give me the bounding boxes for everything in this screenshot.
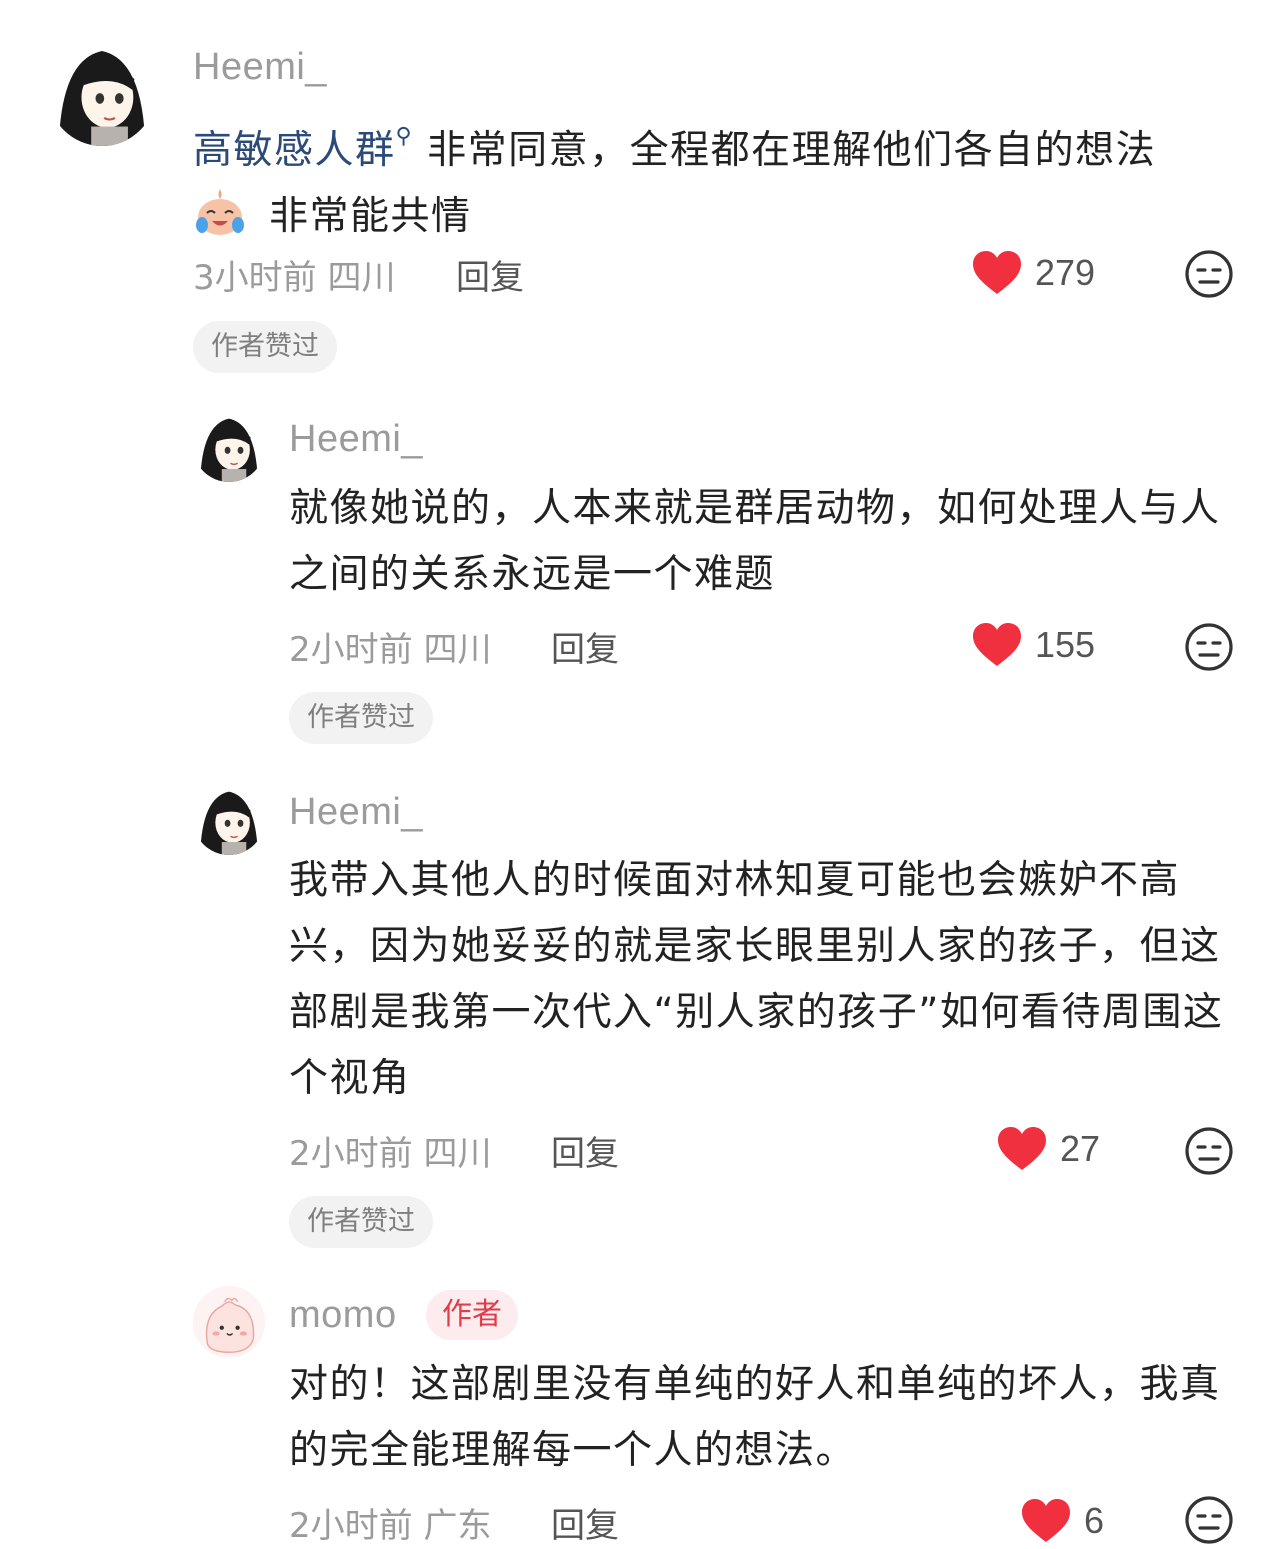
heart-icon	[973, 623, 1021, 666]
comment-location: 四川	[423, 630, 492, 670]
like-button[interactable]: 6	[1020, 1498, 1104, 1544]
avatar[interactable]	[193, 410, 265, 482]
heart-icon	[1022, 1499, 1070, 1542]
anime-girl-avatar-icon	[193, 410, 265, 482]
avatar[interactable]	[48, 38, 156, 146]
comment-location: 广东	[423, 1506, 492, 1546]
avatar[interactable]	[193, 783, 265, 855]
author-badge: 作者	[426, 1290, 518, 1340]
comment-text-line1: 非常同意，全程都在理解他们各自的想法	[427, 128, 1157, 173]
anime-girl-avatar-icon	[193, 783, 265, 855]
reply-button[interactable]: 回复	[551, 1126, 619, 1175]
like-button[interactable]: 27	[996, 1126, 1100, 1172]
dislike-face-icon	[1185, 250, 1233, 298]
like-count: 279	[1035, 252, 1096, 293]
anime-girl-avatar-icon	[48, 38, 156, 146]
comment-meta: 2小时前 四川	[289, 1126, 527, 1175]
topic-link[interactable]: 高敏感人群	[193, 128, 396, 173]
comment-time: 2小时前	[289, 1506, 413, 1546]
comment-text: 我带入其他人的时候面对林知夏可能也会嫉妒不高兴，因为她妥妥的就是家长眼里别人家的…	[289, 858, 1224, 1101]
crying-laughing-emoji-icon	[193, 185, 247, 239]
comment-meta: 3小时前 四川	[193, 250, 431, 299]
reply-button[interactable]: 回复	[551, 1498, 619, 1547]
username[interactable]: momo	[289, 1294, 397, 1337]
dislike-face-icon	[1185, 623, 1233, 671]
dislike-face-icon	[1185, 1496, 1233, 1544]
dislike-button[interactable]	[1184, 622, 1234, 672]
username[interactable]: Heemi_	[289, 418, 423, 461]
comment-text: 就像她说的，人本来就是群居动物，如何处理人与人之间的关系永远是一个难题	[289, 486, 1221, 597]
author-liked-badge: 作者赞过	[289, 1196, 433, 1248]
like-button[interactable]: 155	[971, 622, 1095, 668]
comment-meta: 2小时前 四川	[289, 622, 527, 671]
comment-location: 四川	[327, 258, 396, 298]
reply-button[interactable]: 回复	[456, 250, 524, 299]
comment-time: 3小时前	[193, 258, 317, 298]
comment-time: 2小时前	[289, 630, 413, 670]
search-icon: ⚲	[395, 124, 414, 149]
author-liked-badge: 作者赞过	[193, 321, 337, 373]
comment-location: 四川	[423, 1134, 492, 1174]
comment-meta: 2小时前 广东	[289, 1498, 527, 1547]
like-count: 6	[1084, 1500, 1105, 1541]
like-count: 155	[1035, 624, 1096, 665]
dislike-button[interactable]	[1184, 1495, 1234, 1545]
dislike-face-icon	[1185, 1127, 1233, 1175]
comment-text: 高敏感人群⚲ 非常同意，全程都在理解他们各自的想法 非常能共情	[193, 104, 1253, 250]
username[interactable]: Heemi_	[289, 791, 423, 834]
comment-time: 2小时前	[289, 1134, 413, 1174]
username[interactable]: Heemi_	[193, 46, 327, 89]
like-count: 27	[1060, 1128, 1101, 1169]
heart-icon	[973, 251, 1021, 294]
dislike-button[interactable]	[1184, 249, 1234, 299]
like-button[interactable]: 279	[971, 250, 1095, 296]
avatar[interactable]	[193, 1286, 265, 1358]
heart-icon	[998, 1127, 1046, 1170]
dislike-button[interactable]	[1184, 1126, 1234, 1176]
pink-blob-avatar-icon	[193, 1286, 265, 1358]
reply-button[interactable]: 回复	[551, 622, 619, 671]
comment-text: 对的！这部剧里没有单纯的好人和单纯的坏人，我真的完全能理解每一个人的想法。	[289, 1362, 1221, 1473]
comment-text-line2: 非常能共情	[269, 194, 472, 239]
author-liked-badge: 作者赞过	[289, 692, 433, 744]
